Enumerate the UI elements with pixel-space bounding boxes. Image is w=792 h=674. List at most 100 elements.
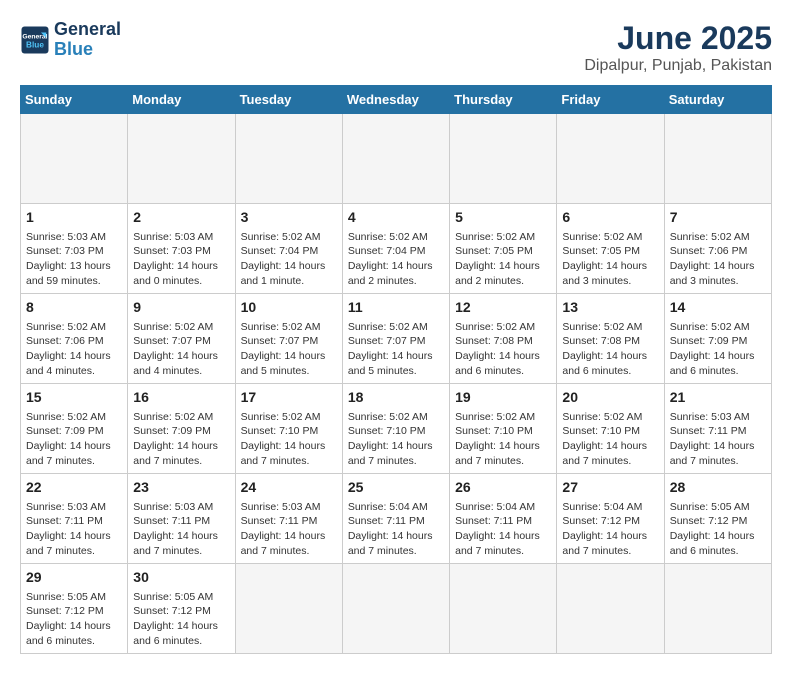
calendar-cell: 5Sunrise: 5:02 AM Sunset: 7:05 PM Daylig… — [450, 204, 557, 294]
day-info: Sunrise: 5:02 AM Sunset: 7:04 PM Dayligh… — [241, 230, 337, 289]
day-info: Sunrise: 5:02 AM Sunset: 7:06 PM Dayligh… — [670, 230, 766, 289]
day-info: Sunrise: 5:02 AM Sunset: 7:04 PM Dayligh… — [348, 230, 444, 289]
calendar-cell — [557, 114, 664, 204]
calendar-cell: 11Sunrise: 5:02 AM Sunset: 7:07 PM Dayli… — [342, 294, 449, 384]
calendar-cell: 16Sunrise: 5:02 AM Sunset: 7:09 PM Dayli… — [128, 384, 235, 474]
calendar-cell: 27Sunrise: 5:04 AM Sunset: 7:12 PM Dayli… — [557, 474, 664, 564]
day-number: 16 — [133, 388, 229, 408]
day-number: 13 — [562, 298, 658, 318]
calendar-cell: 21Sunrise: 5:03 AM Sunset: 7:11 PM Dayli… — [664, 384, 771, 474]
logo: General Blue General Blue — [20, 20, 121, 60]
calendar-cell: 22Sunrise: 5:03 AM Sunset: 7:11 PM Dayli… — [21, 474, 128, 564]
calendar-cell — [450, 564, 557, 654]
day-info: Sunrise: 5:05 AM Sunset: 7:12 PM Dayligh… — [670, 500, 766, 559]
day-info: Sunrise: 5:02 AM Sunset: 7:07 PM Dayligh… — [241, 320, 337, 379]
day-info: Sunrise: 5:02 AM Sunset: 7:09 PM Dayligh… — [133, 410, 229, 469]
calendar-cell — [235, 564, 342, 654]
location-title: Dipalpur, Punjab, Pakistan — [584, 57, 772, 75]
calendar-cell: 28Sunrise: 5:05 AM Sunset: 7:12 PM Dayli… — [664, 474, 771, 564]
day-info: Sunrise: 5:03 AM Sunset: 7:11 PM Dayligh… — [26, 500, 122, 559]
calendar-cell: 8Sunrise: 5:02 AM Sunset: 7:06 PM Daylig… — [21, 294, 128, 384]
day-info: Sunrise: 5:02 AM Sunset: 7:08 PM Dayligh… — [562, 320, 658, 379]
day-info: Sunrise: 5:03 AM Sunset: 7:11 PM Dayligh… — [670, 410, 766, 469]
title-area: June 2025 Dipalpur, Punjab, Pakistan — [584, 20, 772, 75]
day-info: Sunrise: 5:03 AM Sunset: 7:11 PM Dayligh… — [133, 500, 229, 559]
week-row-1: 1Sunrise: 5:03 AM Sunset: 7:03 PM Daylig… — [21, 204, 772, 294]
day-info: Sunrise: 5:03 AM Sunset: 7:03 PM Dayligh… — [133, 230, 229, 289]
header-cell-saturday: Saturday — [664, 86, 771, 114]
calendar-cell — [664, 114, 771, 204]
calendar-cell: 20Sunrise: 5:02 AM Sunset: 7:10 PM Dayli… — [557, 384, 664, 474]
calendar-cell: 3Sunrise: 5:02 AM Sunset: 7:04 PM Daylig… — [235, 204, 342, 294]
calendar-cell: 24Sunrise: 5:03 AM Sunset: 7:11 PM Dayli… — [235, 474, 342, 564]
calendar-cell: 23Sunrise: 5:03 AM Sunset: 7:11 PM Dayli… — [128, 474, 235, 564]
day-number: 14 — [670, 298, 766, 318]
calendar-cell — [664, 564, 771, 654]
header-cell-wednesday: Wednesday — [342, 86, 449, 114]
calendar-cell: 4Sunrise: 5:02 AM Sunset: 7:04 PM Daylig… — [342, 204, 449, 294]
day-number: 15 — [26, 388, 122, 408]
calendar-cell — [21, 114, 128, 204]
day-info: Sunrise: 5:02 AM Sunset: 7:07 PM Dayligh… — [348, 320, 444, 379]
day-info: Sunrise: 5:02 AM Sunset: 7:09 PM Dayligh… — [26, 410, 122, 469]
header: General Blue General Blue June 2025 Dipa… — [20, 20, 772, 75]
day-number: 20 — [562, 388, 658, 408]
header-cell-tuesday: Tuesday — [235, 86, 342, 114]
calendar-table: SundayMondayTuesdayWednesdayThursdayFrid… — [20, 85, 772, 654]
day-info: Sunrise: 5:04 AM Sunset: 7:12 PM Dayligh… — [562, 500, 658, 559]
calendar-body: 1Sunrise: 5:03 AM Sunset: 7:03 PM Daylig… — [21, 114, 772, 654]
day-number: 26 — [455, 478, 551, 498]
day-number: 9 — [133, 298, 229, 318]
day-number: 21 — [670, 388, 766, 408]
day-number: 18 — [348, 388, 444, 408]
day-number: 2 — [133, 208, 229, 228]
day-number: 6 — [562, 208, 658, 228]
calendar-cell: 19Sunrise: 5:02 AM Sunset: 7:10 PM Dayli… — [450, 384, 557, 474]
day-number: 25 — [348, 478, 444, 498]
header-cell-monday: Monday — [128, 86, 235, 114]
day-info: Sunrise: 5:02 AM Sunset: 7:07 PM Dayligh… — [133, 320, 229, 379]
day-info: Sunrise: 5:03 AM Sunset: 7:03 PM Dayligh… — [26, 230, 122, 289]
day-number: 4 — [348, 208, 444, 228]
day-info: Sunrise: 5:02 AM Sunset: 7:10 PM Dayligh… — [455, 410, 551, 469]
day-info: Sunrise: 5:02 AM Sunset: 7:09 PM Dayligh… — [670, 320, 766, 379]
calendar-cell: 17Sunrise: 5:02 AM Sunset: 7:10 PM Dayli… — [235, 384, 342, 474]
day-number: 10 — [241, 298, 337, 318]
calendar-cell: 13Sunrise: 5:02 AM Sunset: 7:08 PM Dayli… — [557, 294, 664, 384]
calendar-cell — [235, 114, 342, 204]
day-number: 12 — [455, 298, 551, 318]
day-info: Sunrise: 5:04 AM Sunset: 7:11 PM Dayligh… — [348, 500, 444, 559]
header-cell-sunday: Sunday — [21, 86, 128, 114]
calendar-cell — [128, 114, 235, 204]
day-info: Sunrise: 5:05 AM Sunset: 7:12 PM Dayligh… — [26, 590, 122, 649]
calendar-cell: 15Sunrise: 5:02 AM Sunset: 7:09 PM Dayli… — [21, 384, 128, 474]
calendar-cell: 7Sunrise: 5:02 AM Sunset: 7:06 PM Daylig… — [664, 204, 771, 294]
calendar-cell: 29Sunrise: 5:05 AM Sunset: 7:12 PM Dayli… — [21, 564, 128, 654]
logo-icon: General Blue — [20, 25, 50, 55]
calendar-cell: 12Sunrise: 5:02 AM Sunset: 7:08 PM Dayli… — [450, 294, 557, 384]
logo-line1: General — [54, 20, 121, 40]
day-info: Sunrise: 5:02 AM Sunset: 7:10 PM Dayligh… — [241, 410, 337, 469]
day-number: 7 — [670, 208, 766, 228]
header-cell-thursday: Thursday — [450, 86, 557, 114]
calendar-cell: 10Sunrise: 5:02 AM Sunset: 7:07 PM Dayli… — [235, 294, 342, 384]
week-row-0 — [21, 114, 772, 204]
day-number: 17 — [241, 388, 337, 408]
calendar-cell: 6Sunrise: 5:02 AM Sunset: 7:05 PM Daylig… — [557, 204, 664, 294]
calendar-cell: 30Sunrise: 5:05 AM Sunset: 7:12 PM Dayli… — [128, 564, 235, 654]
week-row-4: 22Sunrise: 5:03 AM Sunset: 7:11 PM Dayli… — [21, 474, 772, 564]
calendar-header-row: SundayMondayTuesdayWednesdayThursdayFrid… — [21, 86, 772, 114]
day-number: 11 — [348, 298, 444, 318]
svg-text:Blue: Blue — [26, 40, 44, 49]
day-number: 22 — [26, 478, 122, 498]
day-number: 27 — [562, 478, 658, 498]
day-number: 23 — [133, 478, 229, 498]
day-info: Sunrise: 5:02 AM Sunset: 7:05 PM Dayligh… — [562, 230, 658, 289]
calendar-cell — [450, 114, 557, 204]
day-number: 3 — [241, 208, 337, 228]
day-number: 24 — [241, 478, 337, 498]
week-row-5: 29Sunrise: 5:05 AM Sunset: 7:12 PM Dayli… — [21, 564, 772, 654]
calendar-cell: 14Sunrise: 5:02 AM Sunset: 7:09 PM Dayli… — [664, 294, 771, 384]
day-number: 8 — [26, 298, 122, 318]
month-title: June 2025 — [584, 20, 772, 57]
